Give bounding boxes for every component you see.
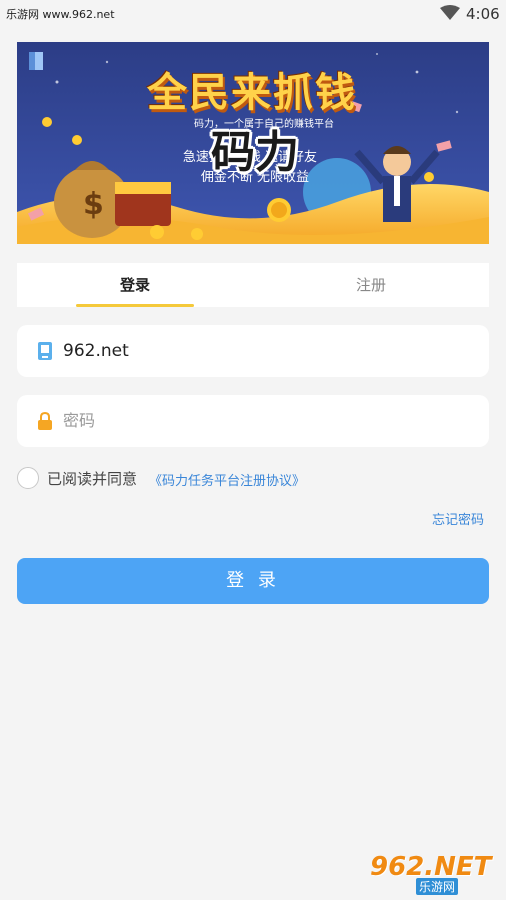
site-watermark: 962.NET 乐游网 [368,852,500,896]
agreement-row: 已阅读并同意 《码力任务平台注册协议》 [17,466,489,490]
auth-tabs: 登录 注册 [17,263,489,307]
phone-icon [38,342,52,360]
status-bar: 乐游网 www.962.net 4:06 [0,0,506,28]
agreement-text: 已阅读并同意 [47,470,138,488]
forgot-password-link[interactable]: 忘记密码 [380,509,484,528]
agreement-checkbox[interactable] [17,467,39,489]
status-site-label: 乐游网 www.962.net [6,8,115,21]
wifi-icon [440,5,460,20]
banner-overlay-title: 码力 [211,127,299,178]
svg-text:$: $ [83,187,104,222]
account-input[interactable] [63,335,463,367]
status-time: 4:06 [466,5,500,23]
tab-register[interactable]: 注册 [253,263,489,307]
password-field[interactable] [17,395,489,447]
banner-headline: 全民来抓钱 [147,70,357,116]
watermark-sub: 乐游网 [416,878,459,895]
agreement-link[interactable]: 《码力任务平台注册协议》 [149,470,305,489]
login-button[interactable]: 登 录 [17,558,489,604]
account-field[interactable] [17,325,489,377]
active-tab-indicator [76,304,194,307]
password-input[interactable] [63,405,463,437]
promo-banner[interactable]: $ 全民来抓钱 码力，一个属于自己的赚钱平台 急速扫码赚钱 邀请好友 佣金不断 … [17,42,489,244]
tab-login[interactable]: 登录 [17,263,253,307]
lock-icon [38,412,52,430]
